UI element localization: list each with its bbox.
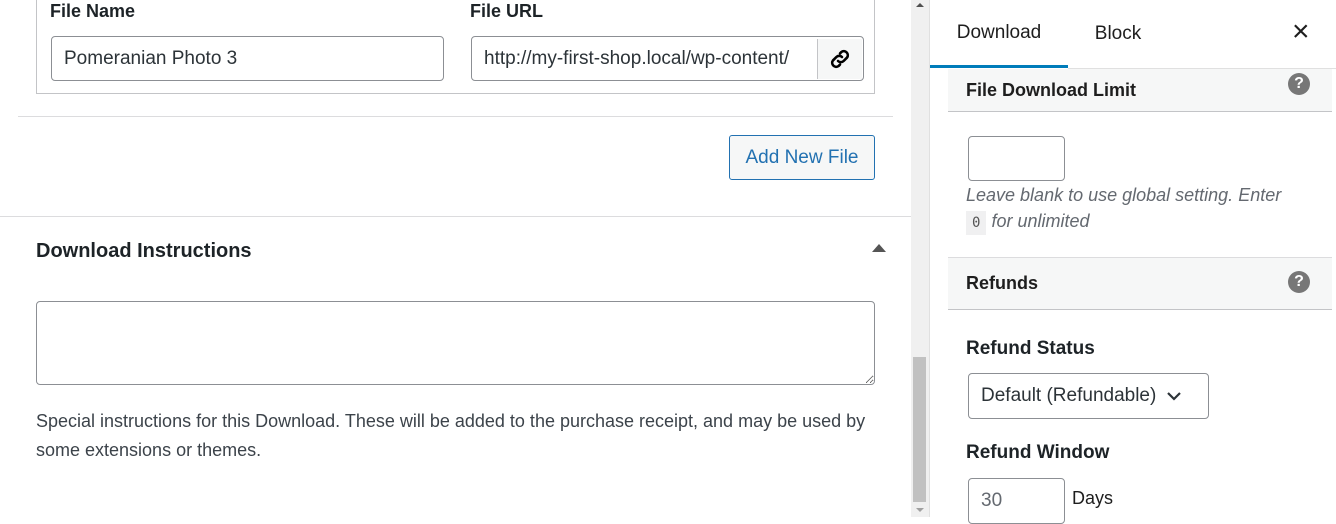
collapse-toggle-icon[interactable] xyxy=(872,244,886,252)
download-limit-help-text: Leave blank to use global setting. Enter xyxy=(966,185,1282,205)
refunds-header[interactable]: Refunds xyxy=(948,258,1332,310)
refund-status-label: Refund Status xyxy=(966,338,1095,359)
file-url-value: http://my-first-shop.local/wp-content/ xyxy=(484,47,790,69)
download-limit-header[interactable]: File Download Limit xyxy=(948,69,1332,112)
code-zero: 0 xyxy=(966,211,987,235)
divider xyxy=(0,216,911,217)
divider xyxy=(18,116,893,117)
settings-sidebar: Download Block × File Download Limit ? L… xyxy=(929,0,1336,524)
refund-window-label: Refund Window xyxy=(966,442,1110,463)
download-limit-title: File Download Limit xyxy=(966,79,1136,100)
close-icon[interactable]: × xyxy=(1292,14,1310,50)
refund-window-unit: Days xyxy=(1072,488,1114,508)
refunds-title: Refunds xyxy=(966,273,1038,293)
chevron-down-icon xyxy=(1167,392,1182,401)
download-instructions-help: Special instructions for this Download. … xyxy=(36,411,866,460)
download-limit-help-text-2: for unlimited xyxy=(991,211,1090,231)
download-limit-help: Leave blank to use global setting. Enter… xyxy=(966,182,1316,236)
file-name-label: File Name xyxy=(50,1,136,21)
help-icon[interactable]: ? xyxy=(1288,271,1310,293)
tab-download-label: Download xyxy=(956,21,1042,43)
file-url-label: File URL xyxy=(470,1,544,21)
download-instructions-textarea[interactable] xyxy=(36,301,875,385)
download-instructions-title: Download Instructions xyxy=(36,240,252,262)
scroll-down-arrow[interactable] xyxy=(916,508,924,512)
scrollbar-thumb[interactable] xyxy=(913,357,926,502)
help-icon[interactable]: ? xyxy=(1288,73,1310,95)
file-name-input[interactable]: Pomeranian Photo 3 xyxy=(51,36,444,81)
link-icon[interactable] xyxy=(817,39,862,79)
download-limit-input[interactable] xyxy=(968,136,1065,181)
refund-status-select[interactable]: Default (Refundable) xyxy=(968,373,1209,419)
tab-download[interactable]: Download xyxy=(930,0,1068,68)
add-new-file-button[interactable]: Add New File xyxy=(729,135,875,180)
tab-block[interactable]: Block xyxy=(1068,0,1168,68)
refund-window-input[interactable]: 30 xyxy=(968,478,1065,524)
tab-block-label: Block xyxy=(1094,23,1142,44)
file-url-input[interactable]: http://my-first-shop.local/wp-content/ xyxy=(471,36,864,81)
main-scrollbar[interactable] xyxy=(911,0,929,517)
refund-status-value: Default (Refundable) xyxy=(981,385,1157,406)
scroll-up-arrow[interactable] xyxy=(916,3,924,7)
